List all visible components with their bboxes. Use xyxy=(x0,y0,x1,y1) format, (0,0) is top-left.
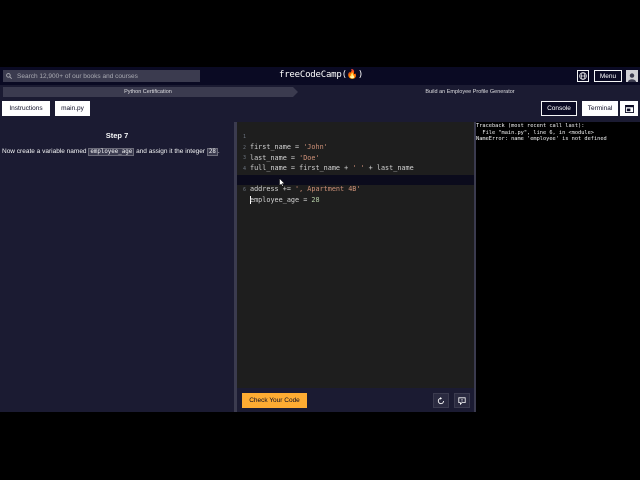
preview-toggle-button[interactable] xyxy=(620,101,638,116)
console-pane[interactable]: Traceback (most recent call last): File … xyxy=(476,122,640,412)
breadcrumb: Python Certification Build an Employee P… xyxy=(0,87,640,97)
search-bar[interactable]: Search 12,900+ of our books and courses xyxy=(3,70,200,82)
user-icon xyxy=(628,73,636,82)
code-text: address += ', Apartment 4B' xyxy=(250,185,361,193)
code-line[interactable]: 1 first_name = 'John' xyxy=(237,122,474,151)
code-line[interactable]: 3 full_name = first_name + ' ' + last_na… xyxy=(237,143,474,172)
file-tab-main-py[interactable]: main.py xyxy=(55,101,90,116)
step-description: Now create a variable named employee_age… xyxy=(2,148,220,156)
globe-icon xyxy=(579,67,587,85)
code-line[interactable]: 5 address += ', Apartment 4B' xyxy=(237,164,474,193)
terminal-tab[interactable]: Terminal xyxy=(582,101,618,116)
mouse-cursor-icon xyxy=(279,178,285,187)
desc-text-1: Now create a variable named xyxy=(2,148,87,155)
desc-text-3: . xyxy=(217,148,220,155)
code-line[interactable]: 4 address = '123 Main Street' xyxy=(237,154,474,183)
avatar[interactable] xyxy=(626,70,638,82)
search-icon xyxy=(6,73,14,79)
code-line-active[interactable]: 6 employee_age = 28 xyxy=(237,174,474,204)
help-button[interactable] xyxy=(454,393,470,408)
top-nav: Search 12,900+ of our books and courses … xyxy=(0,67,640,85)
check-code-button[interactable]: Check Your Code xyxy=(242,393,307,408)
menu-button[interactable]: Menu xyxy=(594,70,622,82)
code-text: employee_age = 28 xyxy=(250,195,320,204)
instructions-pane: Step 7 Now create a variable named emplo… xyxy=(0,122,234,412)
brand-logo[interactable]: freeCodeCamp(🔥) xyxy=(279,70,363,80)
console-tab[interactable]: Console xyxy=(541,101,577,116)
app-root: Search 12,900+ of our books and courses … xyxy=(0,67,640,412)
step-title: Step 7 xyxy=(105,131,129,140)
search-placeholder: Search 12,900+ of our books and courses xyxy=(17,72,138,80)
reset-icon xyxy=(437,396,444,404)
speech-bubble-icon xyxy=(458,396,466,405)
reset-button[interactable] xyxy=(433,393,449,408)
code-editor[interactable]: 1 first_name = 'John' 2 last_name = 'Doe… xyxy=(237,122,474,388)
action-bar: Check Your Code xyxy=(237,388,474,412)
breadcrumb-certification[interactable]: Python Certification xyxy=(3,87,298,97)
inline-code-value: 28 xyxy=(206,148,218,156)
inline-code-var: employee_age xyxy=(88,148,135,156)
window-icon xyxy=(624,104,634,113)
breadcrumb-project[interactable]: Build an Employee Profile Generator xyxy=(300,87,640,97)
instructions-tab[interactable]: Instructions xyxy=(2,101,50,116)
text-cursor xyxy=(250,195,251,204)
console-output: Traceback (most recent call last): File … xyxy=(476,123,607,143)
desc-text-2: and assign it the integer xyxy=(136,148,206,155)
code-line[interactable]: 2 last_name = 'Doe' xyxy=(237,133,474,162)
language-button[interactable] xyxy=(577,70,589,82)
line-number: 6 xyxy=(242,186,246,193)
